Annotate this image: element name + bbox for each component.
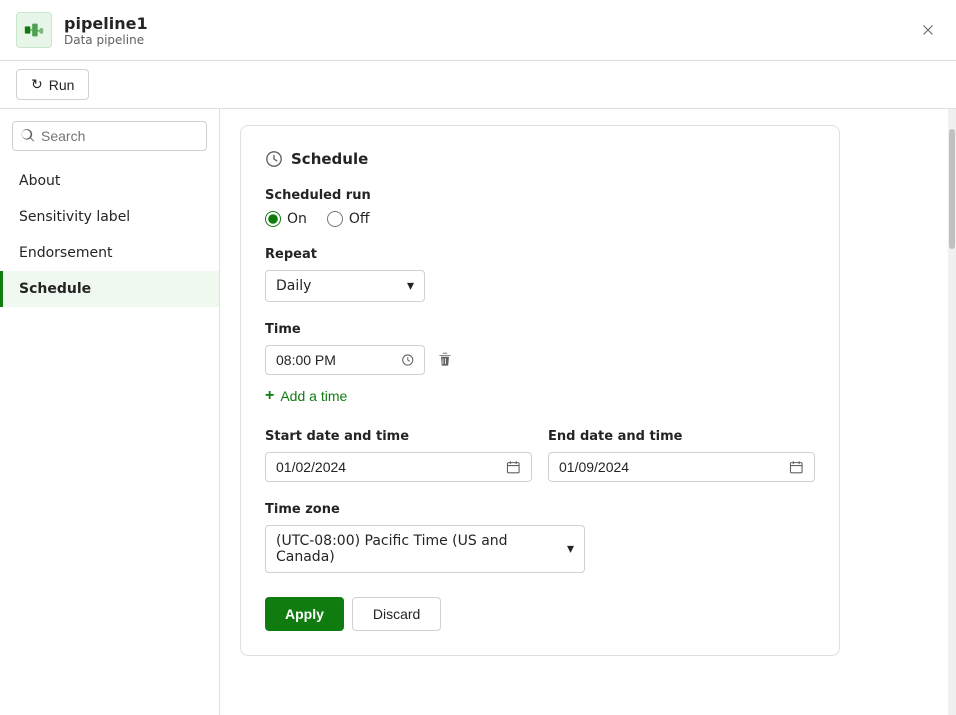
timezone-dropdown[interactable]: (UTC-08:00) Pacific Time (US and Canada)…	[265, 525, 585, 573]
end-date-label: End date and time	[548, 429, 815, 444]
scrollbar-track	[948, 109, 956, 715]
radio-off-label: Off	[349, 211, 370, 227]
header: pipeline1 Data pipeline	[0, 0, 956, 61]
time-label: Time	[265, 322, 815, 337]
end-date-field: End date and time	[548, 429, 815, 482]
action-row: Apply Discard	[265, 597, 815, 631]
sidebar-item-label: Sensitivity label	[19, 209, 130, 225]
scheduled-run-radio-group: On Off	[265, 211, 815, 227]
sidebar-item-about[interactable]: About	[0, 163, 219, 199]
pipeline-icon	[16, 12, 52, 48]
repeat-section: Repeat Daily ▾	[265, 247, 815, 302]
radio-on-label: On	[287, 211, 307, 227]
start-date-input[interactable]	[276, 459, 498, 475]
clock-icon	[265, 150, 283, 168]
end-date-input[interactable]	[559, 459, 781, 475]
trash-icon	[437, 352, 453, 368]
timezone-section: Time zone (UTC-08:00) Pacific Time (US a…	[265, 502, 815, 573]
time-input-wrap[interactable]	[265, 345, 425, 375]
scheduled-run-section: Scheduled run On Off	[265, 188, 815, 227]
main-layout: About Sensitivity label Endorsement Sche…	[0, 109, 956, 715]
schedule-card: Schedule Scheduled run On Off	[240, 125, 840, 656]
dates-section: Start date and time End date and time	[265, 429, 815, 482]
repeat-dropdown[interactable]: Daily ▾	[265, 270, 425, 302]
refresh-icon: ↻	[31, 76, 43, 93]
run-label: Run	[49, 77, 75, 93]
start-date-input-wrap[interactable]	[265, 452, 532, 482]
radio-on-option[interactable]: On	[265, 211, 307, 227]
time-row	[265, 345, 815, 375]
radio-off-input[interactable]	[327, 211, 343, 227]
search-icon	[21, 129, 35, 143]
time-section: Time +	[265, 322, 815, 409]
content-area: Schedule Scheduled run On Off	[220, 109, 948, 715]
repeat-label: Repeat	[265, 247, 815, 262]
apply-button[interactable]: Apply	[265, 597, 344, 631]
schedule-section-header: Schedule	[265, 150, 815, 168]
schedule-title: Schedule	[291, 150, 368, 168]
delete-time-button[interactable]	[433, 348, 457, 372]
search-box[interactable]	[12, 121, 207, 151]
date-row: Start date and time End date and time	[265, 429, 815, 482]
start-date-field: Start date and time	[265, 429, 532, 482]
toolbar: ↻ Run	[0, 61, 956, 109]
sidebar-item-endorsement[interactable]: Endorsement	[0, 235, 219, 271]
add-time-label: Add a time	[280, 388, 347, 404]
app-subtitle: Data pipeline	[64, 33, 148, 47]
end-date-input-wrap[interactable]	[548, 452, 815, 482]
header-left: pipeline1 Data pipeline	[16, 12, 148, 48]
sidebar-item-label: About	[19, 173, 60, 189]
run-button[interactable]: ↻ Run	[16, 69, 89, 100]
calendar-end-icon	[789, 459, 804, 475]
close-button[interactable]	[916, 18, 940, 42]
search-input[interactable]	[41, 128, 198, 144]
sidebar-item-label: Schedule	[19, 281, 91, 297]
scheduled-run-label: Scheduled run	[265, 188, 815, 203]
timezone-value: (UTC-08:00) Pacific Time (US and Canada)	[276, 533, 567, 565]
sidebar-item-schedule[interactable]: Schedule	[0, 271, 219, 307]
radio-on-input[interactable]	[265, 211, 281, 227]
add-time-button[interactable]: + Add a time	[265, 383, 347, 409]
repeat-value: Daily	[276, 278, 311, 294]
app-name: pipeline1	[64, 14, 148, 33]
chevron-down-icon: ▾	[407, 278, 414, 294]
timezone-label: Time zone	[265, 502, 815, 517]
discard-button[interactable]: Discard	[352, 597, 441, 631]
calendar-start-icon	[506, 459, 521, 475]
radio-off-option[interactable]: Off	[327, 211, 370, 227]
scrollbar-thumb[interactable]	[949, 129, 955, 249]
sidebar: About Sensitivity label Endorsement Sche…	[0, 109, 220, 715]
plus-icon: +	[265, 387, 274, 405]
sidebar-item-sensitivity[interactable]: Sensitivity label	[0, 199, 219, 235]
header-title: pipeline1 Data pipeline	[64, 14, 148, 47]
start-date-label: Start date and time	[265, 429, 532, 444]
time-input[interactable]	[276, 352, 393, 368]
sidebar-item-label: Endorsement	[19, 245, 112, 261]
tz-chevron-icon: ▾	[567, 541, 574, 557]
clock-small-icon	[401, 352, 415, 368]
